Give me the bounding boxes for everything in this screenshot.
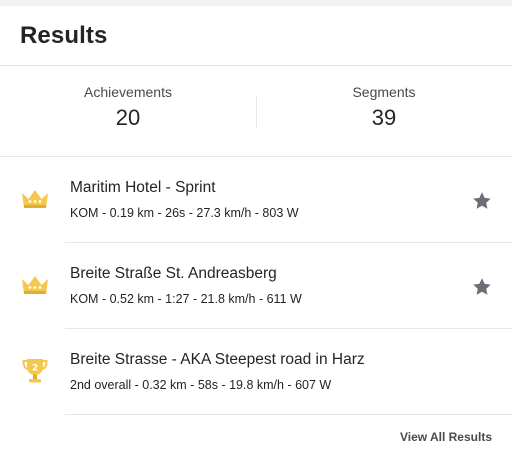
achievements-label: Achievements bbox=[84, 84, 172, 100]
page-title: Results bbox=[20, 21, 108, 49]
trophy-rank: 2 bbox=[32, 364, 38, 374]
achievements-stat: Achievements 20 bbox=[0, 66, 256, 156]
result-title[interactable]: Maritim Hotel - Sprint bbox=[70, 179, 216, 197]
result-details: 2nd overall - 0.32 km - 58s - 19.8 km/h … bbox=[70, 378, 332, 392]
result-title[interactable]: Breite Strasse - AKA Steepest road in Ha… bbox=[70, 351, 365, 369]
results-list: Maritim Hotel - Sprint KOM - 0.19 km - 2… bbox=[0, 157, 512, 415]
star-icon[interactable] bbox=[471, 190, 493, 212]
star-icon[interactable] bbox=[471, 276, 493, 298]
result-details: KOM - 0.52 km - 1:27 - 21.8 km/h - 611 W bbox=[70, 292, 302, 306]
card-footer: View All Results bbox=[400, 428, 492, 446]
segments-value: 39 bbox=[371, 105, 397, 130]
row-divider bbox=[65, 414, 512, 415]
crown-icon bbox=[20, 272, 50, 298]
card-header: Results bbox=[0, 6, 512, 66]
stats-summary: Achievements 20 Segments 39 bbox=[0, 66, 512, 157]
segments-stat: Segments 39 bbox=[256, 66, 512, 156]
stats-divider bbox=[256, 96, 257, 128]
achievements-value: 20 bbox=[115, 105, 141, 130]
segments-label: Segments bbox=[352, 84, 416, 100]
result-row[interactable]: Breite Straße St. Andreasberg KOM - 0.52… bbox=[0, 243, 512, 329]
crown-icon bbox=[20, 186, 50, 212]
trophy-icon: 2 bbox=[20, 358, 50, 384]
results-card: Results Achievements 20 Segments 39 Mari… bbox=[0, 6, 512, 465]
view-all-results-link[interactable]: View All Results bbox=[400, 430, 492, 444]
result-title[interactable]: Breite Straße St. Andreasberg bbox=[70, 265, 277, 283]
result-details: KOM - 0.19 km - 26s - 27.3 km/h - 803 W bbox=[70, 206, 299, 220]
result-row[interactable]: Maritim Hotel - Sprint KOM - 0.19 km - 2… bbox=[0, 157, 512, 243]
result-row[interactable]: 2 Breite Strasse - AKA Steepest road in … bbox=[0, 329, 512, 415]
